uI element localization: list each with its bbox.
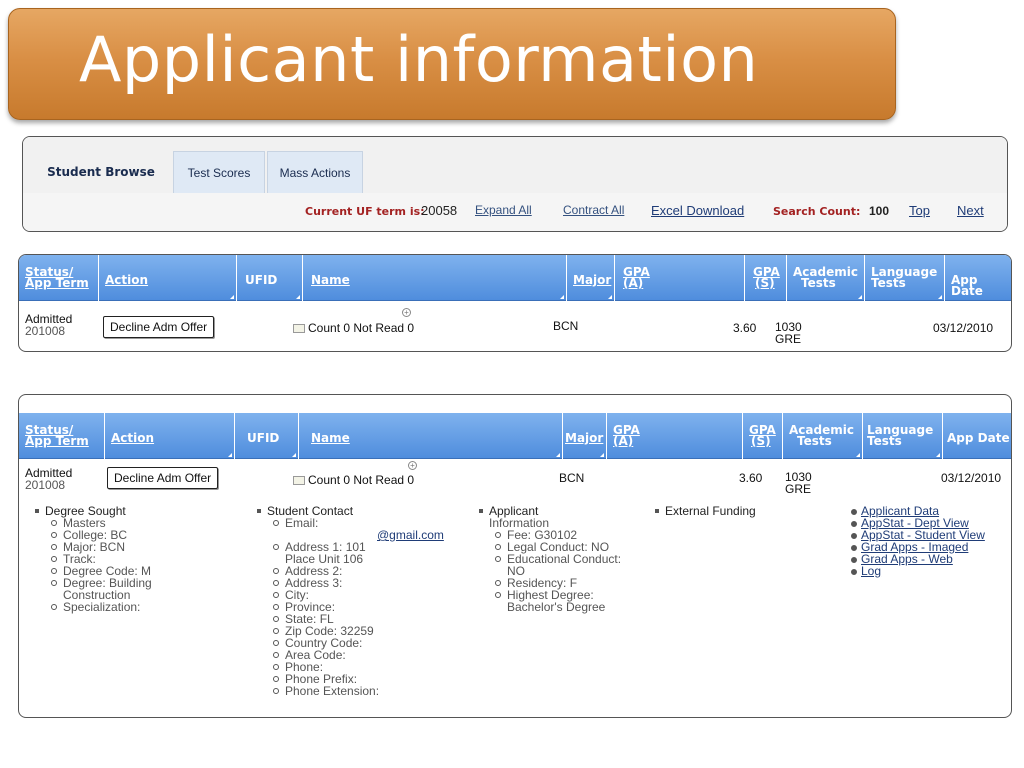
expand-all-link[interactable]: Expand All — [475, 203, 532, 217]
decline-adm-offer-button[interactable]: Decline Adm Offer — [103, 316, 215, 338]
student-contact-section: Student Contact Email: @gmail.com Addres… — [255, 505, 444, 697]
sort-corner-icon — [856, 453, 860, 457]
sort-corner-icon — [600, 453, 604, 457]
academic-tests-cell: 1030 GRE — [785, 470, 812, 496]
table-row: Admitted 201008 Decline Adm Offer + Coun… — [19, 301, 1011, 351]
degree-sought-section: Degree Sought Masters College: BC Major:… — [33, 505, 152, 613]
col-language-tests[interactable]: Language Tests — [865, 255, 945, 301]
title-banner: Applicant information — [8, 8, 896, 120]
applicant-links-section: Applicant Data AppStat - Dept View AppSt… — [831, 505, 985, 577]
current-term-value: 20058 — [421, 203, 458, 218]
col-academic-tests[interactable]: Academic Tests — [787, 255, 865, 301]
major-cell: BCN — [553, 319, 579, 333]
sort-corner-icon — [938, 295, 942, 299]
tab-mass-actions[interactable]: Mass Actions — [267, 151, 363, 193]
applicant-grid-collapsed: Status/ App Term Action UFID Name Major … — [18, 254, 1012, 352]
toolbar: Current UF term is: 20058 Expand All Con… — [23, 193, 1007, 231]
sort-corner-icon — [296, 295, 300, 299]
gpa-s-cell: 3.60 — [733, 321, 757, 335]
academic-tests-cell: 1030 GRE — [775, 320, 802, 346]
expand-plus-icon[interactable]: + — [408, 461, 417, 470]
applicant-information-section: Applicant Information Fee: G30102 Legal … — [477, 505, 621, 613]
col-name[interactable]: Name — [299, 413, 563, 459]
col-app-date[interactable]: App Date — [943, 413, 1011, 459]
col-gpa-a[interactable]: GPA (A) — [615, 255, 745, 301]
external-funding-section: External Funding — [653, 505, 756, 517]
envelope-icon — [293, 324, 305, 333]
sort-corner-icon — [936, 453, 940, 457]
sort-corner-icon — [608, 295, 612, 299]
app-date-cell: 03/12/2010 — [941, 471, 1002, 485]
current-term-label: Current UF term is: — [305, 205, 425, 218]
next-link[interactable]: Next — [957, 203, 984, 218]
top-link[interactable]: Top — [909, 203, 930, 218]
decline-adm-offer-button[interactable]: Decline Adm Offer — [107, 467, 219, 489]
col-action[interactable]: Action — [99, 255, 237, 301]
col-language-tests[interactable]: Language Tests — [863, 413, 943, 459]
log-link[interactable]: Log — [849, 565, 985, 577]
col-major[interactable]: Major — [563, 413, 607, 459]
app-date-cell: 03/12/2010 — [933, 321, 994, 335]
col-gpa-s[interactable]: GPA (S) — [745, 255, 787, 301]
col-name[interactable]: Name — [303, 255, 567, 301]
tab-bar: Student Browse Test Scores Mass Actions — [23, 137, 1007, 193]
sort-corner-icon — [556, 453, 560, 457]
grid-header: Status/ App Term Action UFID Name Major … — [19, 413, 1011, 459]
slide: Applicant information Student Browse Tes… — [0, 0, 1024, 768]
applicant-grid-expanded: Status/ App Term Action UFID Name Major … — [18, 394, 1012, 718]
message-count[interactable]: Count 0 Not Read 0 — [293, 321, 414, 335]
message-count[interactable]: Count 0 Not Read 0 — [293, 473, 414, 487]
excel-download-link[interactable]: Excel Download — [651, 203, 744, 218]
col-major[interactable]: Major — [567, 255, 615, 301]
expand-plus-icon[interactable]: + — [402, 308, 411, 317]
tab-test-scores[interactable]: Test Scores — [173, 151, 265, 193]
sort-corner-icon — [230, 295, 234, 299]
status-cell: Admitted 201008 — [25, 312, 73, 338]
tab-student-browse[interactable]: Student Browse — [29, 151, 173, 193]
col-gpa-a[interactable]: GPA (A) — [607, 413, 743, 459]
col-app-date[interactable]: App Date — [945, 255, 1011, 301]
major-cell: BCN — [559, 471, 585, 485]
sort-corner-icon — [560, 295, 564, 299]
search-count-value: 100 — [869, 204, 890, 218]
col-academic-tests[interactable]: Academic Tests — [783, 413, 863, 459]
col-status[interactable]: Status/ App Term — [19, 413, 105, 459]
gpa-s-cell: 3.60 — [739, 471, 763, 485]
col-ufid[interactable]: UFID — [235, 413, 299, 459]
grid-header: Status/ App Term Action UFID Name Major … — [19, 255, 1011, 301]
col-gpa-s[interactable]: GPA (S) — [743, 413, 783, 459]
sort-corner-icon — [292, 453, 296, 457]
envelope-icon — [293, 476, 305, 485]
search-count-label: Search Count: — [773, 205, 861, 218]
contract-all-link[interactable]: Contract All — [563, 203, 624, 217]
browse-panel: Student Browse Test Scores Mass Actions … — [22, 136, 1008, 232]
page-title: Applicant information — [79, 23, 759, 96]
col-ufid[interactable]: UFID — [237, 255, 303, 301]
sort-corner-icon — [858, 295, 862, 299]
sort-corner-icon — [228, 453, 232, 457]
col-status[interactable]: Status/ App Term — [19, 255, 99, 301]
col-action[interactable]: Action — [105, 413, 235, 459]
status-cell: Admitted 201008 — [25, 466, 73, 492]
